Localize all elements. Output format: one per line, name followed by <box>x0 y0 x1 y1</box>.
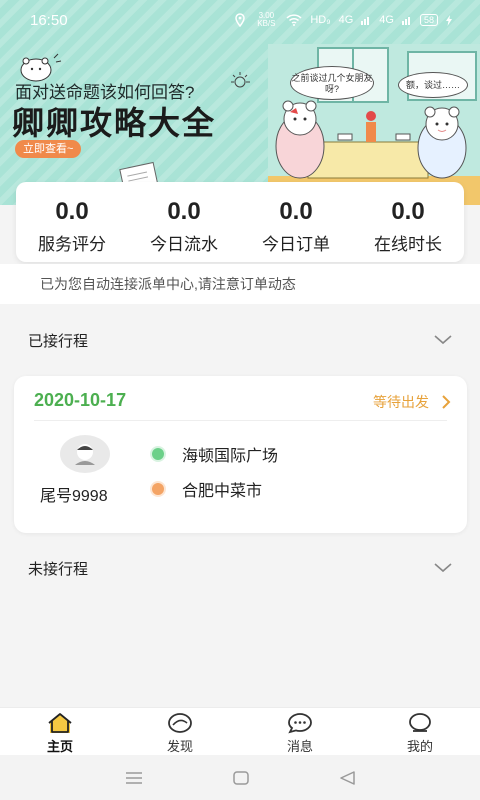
stat-today-revenue[interactable]: 0.0 今日流水 <box>128 182 240 262</box>
banner-cta-button[interactable]: 立即查看~ <box>15 140 82 158</box>
section-title: 未接行程 <box>28 560 89 578</box>
stat-online-duration[interactable]: 0.0 在线时长 <box>352 182 464 262</box>
trip-date: 2020-10-17 <box>34 390 127 410</box>
tab-discover[interactable]: 发现 <box>120 708 240 755</box>
stat-service-score[interactable]: 0.0 服务评分 <box>16 182 128 262</box>
tab-label: 我的 <box>406 739 433 754</box>
destination-name: 合肥中菜市 <box>182 483 263 500</box>
stat-label: 在线时长 <box>374 235 442 254</box>
tab-label: 主页 <box>46 739 73 754</box>
home-icon <box>48 713 72 733</box>
discover-icon <box>168 713 192 733</box>
trip-divider <box>34 420 447 421</box>
speech-bubble-right: 额，谈过…… <box>398 72 468 98</box>
stat-value: 0.0 <box>279 198 313 225</box>
stats-card: 0.0 服务评分 0.0 今日流水 0.0 今日订单 0.0 在线时长 <box>16 182 464 262</box>
home-button-icon[interactable] <box>233 770 249 785</box>
tab-label: 消息 <box>286 739 313 754</box>
bears-scene-icon <box>268 44 480 205</box>
wifi-icon <box>286 14 302 26</box>
charging-icon <box>446 14 452 26</box>
profile-icon <box>409 713 431 732</box>
sun-doodle-icon <box>231 72 250 88</box>
promo-banner[interactable]: 16:50 3.00 KB/S HD₉ 4G 4G 58 面对送命题该如何回答?… <box>0 0 480 205</box>
message-icon <box>288 713 312 734</box>
stat-label: 今日流水 <box>150 235 218 254</box>
tab-label: 发现 <box>166 739 193 754</box>
avatar-person-icon <box>75 444 95 465</box>
dispatch-notice: 已为您自动连接派单中心,请注意订单动态 <box>0 264 480 304</box>
trip-status: 等待出发 <box>373 394 429 410</box>
passenger-tail-number: 尾号9998 <box>40 488 108 505</box>
stat-value: 0.0 <box>55 198 89 225</box>
stat-label: 今日订单 <box>262 235 330 254</box>
bottom-tab-bar: 主页 发现 消息 我的 <box>0 707 480 755</box>
trip-destination: 合肥中菜市 <box>152 477 262 501</box>
network-speed: 3.00 KB/S <box>257 11 276 28</box>
back-icon[interactable] <box>339 770 355 785</box>
trip-origin: 海顿国际广场 <box>152 442 278 466</box>
status-time: 16:50 <box>30 11 68 29</box>
chevron-down-icon[interactable] <box>434 563 452 573</box>
pending-trips-header[interactable]: 未接行程 <box>0 548 480 588</box>
signal-icon-2 <box>401 17 410 25</box>
signal-2: 4G <box>379 14 394 26</box>
section-title: 已接行程 <box>28 332 89 350</box>
system-nav-bar <box>0 755 480 800</box>
banner-illustration: 之前谈过几个女朋友呀? 额，谈过…… <box>268 44 480 205</box>
network-type: HD₉ <box>310 14 331 26</box>
stat-today-orders[interactable]: 0.0 今日订单 <box>240 182 352 262</box>
stat-label: 服务评分 <box>38 235 106 254</box>
tab-messages[interactable]: 消息 <box>240 708 360 755</box>
signal-icon <box>361 17 370 25</box>
signal-1: 4G <box>338 14 354 26</box>
origin-dot-icon <box>152 448 164 460</box>
battery-icon: 58 <box>419 14 438 26</box>
chevron-down-icon[interactable] <box>434 335 452 345</box>
tab-home[interactable]: 主页 <box>0 708 120 755</box>
destination-dot-icon <box>152 483 164 495</box>
banner-title: 卿卿攻略大全 <box>12 105 217 141</box>
stat-value: 0.0 <box>391 198 425 225</box>
stat-value: 0.0 <box>167 198 201 225</box>
speech-bubble-left: 之前谈过几个女朋友呀? <box>290 66 374 100</box>
trip-card[interactable]: 2020-10-17 等待出发 尾号9998 海顿国际广场 合肥中菜市 <box>14 376 467 533</box>
status-icons: 3.00 KB/S HD₉ 4G 4G 58 <box>234 12 452 28</box>
tab-profile[interactable]: 我的 <box>360 708 480 755</box>
menu-icon[interactable] <box>125 771 143 784</box>
chevron-right-icon[interactable] <box>441 395 451 409</box>
status-bar: 16:50 3.00 KB/S HD₉ 4G 4G 58 <box>0 0 480 40</box>
accepted-trips-header[interactable]: 已接行程 <box>0 320 480 360</box>
passenger-avatar <box>60 435 110 473</box>
trip-status-link[interactable]: 等待出发 <box>373 392 429 412</box>
location-icon <box>235 13 246 27</box>
origin-name: 海顿国际广场 <box>182 448 279 465</box>
